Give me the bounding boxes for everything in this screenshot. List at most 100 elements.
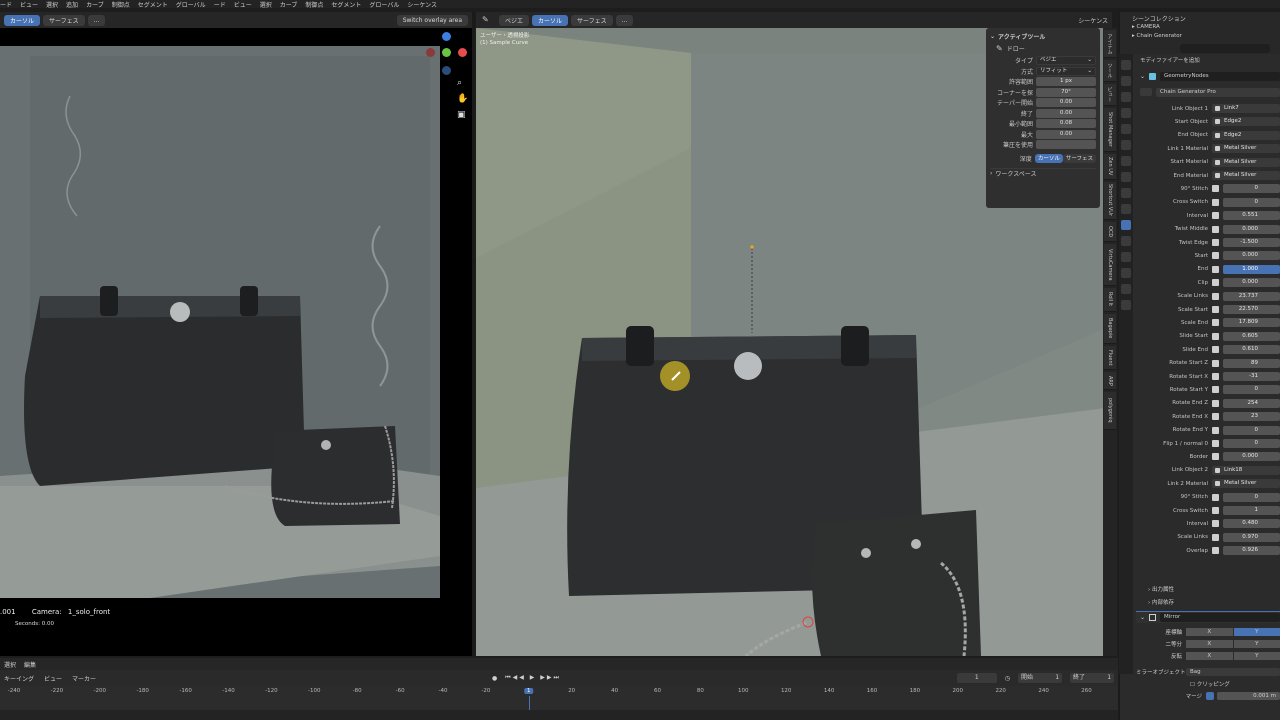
tool-setting-field[interactable]: 0.00 [1036,129,1096,139]
number-field[interactable]: 0 [1223,492,1280,502]
node-group-field[interactable]: Chain Generator Pro [1156,87,1280,97]
sidebar-tab[interactable]: Shortcut VUr [1104,182,1116,220]
depth-surface-button[interactable]: サーフェス [1062,153,1096,163]
input-socket-icon[interactable] [1212,332,1219,340]
input-socket-icon[interactable] [1212,493,1219,501]
object-picker-field[interactable]: Edge2 [1212,130,1280,140]
gizmo-neg-z-icon[interactable] [442,66,451,75]
top-menu-item[interactable]: ード [214,2,226,8]
input-socket-icon[interactable] [1212,279,1219,287]
properties-tab-icon[interactable] [1121,300,1131,310]
top-menu-item[interactable]: セグメント [331,2,361,8]
input-socket-icon[interactable] [1212,533,1219,541]
left-viewport[interactable]: .001 Camera: 1_solo_front Seconds: 0.00 … [0,28,474,656]
top-menu-item[interactable]: カーブ [86,2,104,8]
input-socket-icon[interactable] [1212,239,1219,246]
tool-setting-field[interactable]: 70° [1036,87,1096,97]
tool-setting-dropdown[interactable]: リフィット ⌄ [1036,66,1096,76]
tool-setting-field[interactable]: 0.00 [1036,108,1096,118]
keyframe-dot-icon[interactable]: ● [492,675,497,682]
number-field[interactable]: 0.000 [1223,452,1280,462]
properties-tab-icon[interactable] [1121,76,1131,86]
merge-checkbox[interactable] [1206,692,1214,700]
top-menu-item[interactable]: ビュー [234,2,252,8]
left-more-menu[interactable]: ... [87,14,106,26]
number-field[interactable]: 0.610 [1223,345,1280,355]
sidebar-tab[interactable]: Roll It [1104,288,1116,312]
properties-tab-icon[interactable] [1121,124,1131,134]
left-mode-surface-button[interactable]: サーフェス [43,14,85,26]
sidebar-tab[interactable]: Fluent [1104,346,1116,370]
top-menu-item[interactable]: セグメント [138,2,168,8]
object-picker-field[interactable]: Metal Silver [1212,157,1280,167]
outliner-search-input[interactable] [1180,44,1270,53]
top-menu-item[interactable]: カーブ [280,2,298,8]
outliner-item[interactable]: ▸ Chain Generator [1120,32,1280,41]
node-group-icon[interactable] [1140,88,1152,96]
input-socket-icon[interactable] [1212,413,1219,421]
number-field[interactable]: 89 [1223,358,1280,368]
number-field[interactable]: 0 [1223,439,1280,448]
number-field[interactable]: 23 [1223,412,1280,422]
sidebar-tab[interactable]: ARP [1104,372,1116,390]
sidebar-tab[interactable]: アイテム [1104,30,1116,58]
number-field[interactable]: 0 [1223,197,1280,207]
input-socket-icon[interactable] [1212,547,1219,555]
top-menu-item[interactable]: 選択 [46,2,58,8]
properties-tab-icon[interactable] [1121,172,1131,182]
right-mode-cursor-button[interactable]: カーソル [532,14,569,26]
switch-overlay-button[interactable]: Switch overlay area [396,14,468,26]
start-frame-field[interactable]: 開始 1 [1018,673,1063,683]
properties-tab-icon[interactable] [1121,140,1131,150]
number-field[interactable]: 1 [1223,506,1280,515]
timeline-ruler[interactable]: -240 -220 -200 -180 -160 -140 -120 -100 -80 -60 -4… [0,686,1118,710]
playback-controls[interactable]: ⏮◀◀ ▶ ▶▶⏭ [505,674,561,682]
input-socket-icon[interactable] [1212,198,1219,206]
sidebar-tab[interactable]: VirtuCamera [1104,244,1116,286]
number-field[interactable]: 254 [1223,398,1280,408]
top-menu-item[interactable]: 制御点 [112,2,130,8]
workspace-section[interactable]: › ワークスペース [990,167,1096,179]
input-socket-icon[interactable] [1212,426,1219,434]
sidebar-tab[interactable]: ビュー [1104,84,1116,106]
object-picker-field[interactable]: Metal Silver [1212,144,1280,154]
curve-type-dropdown[interactable]: ベジエ [499,14,530,26]
current-frame-field[interactable]: 1 [956,673,997,683]
properties-tab-icon[interactable] [1121,236,1131,246]
number-field[interactable]: 0 [1223,184,1280,194]
mirror-axis-y-toggle[interactable]: Y [1233,628,1280,636]
number-field[interactable]: 0.000 [1223,278,1280,288]
output-attributes-section[interactable]: › 出力属性 [1148,585,1174,593]
input-socket-icon[interactable] [1212,225,1219,233]
pan-hand-icon[interactable]: ✋ [457,94,468,104]
sidebar-tab[interactable]: ツール [1104,60,1116,82]
top-menu-item[interactable]: 追加 [66,2,78,8]
mirror-bisect-x-toggle[interactable]: X [1186,640,1233,648]
clipping-checkbox[interactable]: ☐ クリッピング [1190,680,1230,688]
tool-setting-field[interactable]: 1 px [1036,77,1096,87]
add-modifier-button[interactable]: モディファイアーを追加 [1140,56,1200,64]
input-socket-icon[interactable] [1212,212,1219,220]
input-socket-icon[interactable] [1212,373,1219,380]
properties-tab-icon[interactable] [1121,220,1131,230]
zoom-icon[interactable]: ⌕ [457,78,462,88]
sidebar-tab[interactable]: Shot Manager [1104,108,1116,152]
active-tool-row[interactable]: ✎ ドロー [990,42,1096,56]
input-socket-icon[interactable] [1212,520,1219,528]
number-field[interactable]: 0.970 [1223,532,1280,542]
top-menu-item[interactable]: ビュー [20,2,38,8]
number-field[interactable]: 0.000 [1223,224,1280,234]
number-field[interactable]: 0.551 [1223,211,1280,221]
number-field[interactable]: 0 [1223,425,1280,435]
number-field[interactable]: 22.570 [1223,305,1280,314]
expand-chevron-icon[interactable]: ⌄ [1140,73,1145,80]
timeline-menu-item[interactable]: 選択 [4,660,16,669]
timeline-menu-item[interactable]: マーカー [72,674,96,683]
outliner-item[interactable]: ▸ CAMERA [1120,23,1280,32]
number-field[interactable]: 0.000 [1223,251,1280,261]
input-socket-icon[interactable] [1212,252,1219,260]
number-field[interactable]: 0 [1223,385,1280,395]
input-socket-icon[interactable] [1212,440,1219,447]
right-more-menu[interactable]: ... [615,14,634,26]
input-socket-icon[interactable] [1212,453,1219,461]
